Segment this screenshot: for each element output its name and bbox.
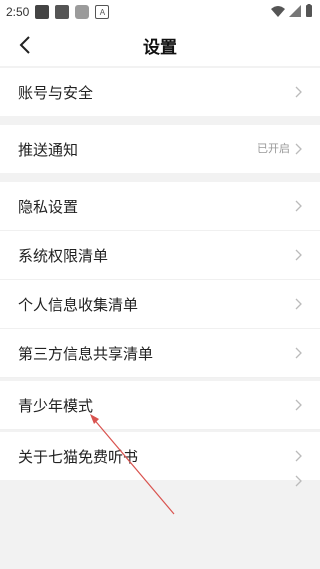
chevron-right-icon	[292, 345, 306, 361]
image-icon	[35, 5, 50, 19]
settings-item-about[interactable]: 关于七猫免费听书	[0, 432, 320, 480]
settings-item-third-party-sharing[interactable]: 第三方信息共享清单	[0, 329, 320, 377]
back-arrow-icon	[19, 36, 30, 54]
divider	[0, 377, 320, 378]
settings-item-label: 推送通知	[18, 140, 79, 159]
page-title: 设置	[143, 37, 177, 58]
settings-item-label: 隐私设置	[18, 197, 79, 216]
settings-item-push-notification[interactable]: 推送通知 已开启	[0, 125, 320, 173]
status-right-icons	[270, 4, 314, 18]
settings-item-account-security[interactable]: 账号与安全	[0, 68, 320, 116]
chevron-right-icon	[292, 141, 306, 157]
battery-icon	[306, 4, 312, 17]
settings-item-label: 青少年模式	[18, 396, 94, 415]
grey-icon	[75, 5, 90, 19]
chevron-right-icon	[292, 247, 306, 263]
chevron-right-icon	[292, 296, 306, 312]
status-bar: 2:50 A	[0, 0, 320, 24]
chevron-right-icon	[292, 473, 306, 489]
app-header: 设置	[0, 24, 320, 66]
signal-icon	[289, 5, 301, 17]
settings-item-personal-info-collection[interactable]: 个人信息收集清单	[0, 280, 320, 328]
settings-item-label: 个人信息收集清单	[18, 295, 139, 314]
status-text: 已开启	[257, 142, 290, 155]
settings-item-system-permissions[interactable]: 系统权限清单	[0, 231, 320, 279]
chevron-right-icon	[292, 198, 306, 214]
settings-item-label: 账号与安全	[18, 83, 94, 102]
settings-item-privacy[interactable]: 隐私设置	[0, 182, 320, 230]
square-icon	[55, 5, 70, 19]
a-icon: A	[95, 5, 110, 19]
settings-item-label: 关于七猫免费听书	[18, 447, 139, 466]
settings-item-teen-mode[interactable]: 青少年模式	[0, 381, 320, 429]
settings-item-label: 系统权限清单	[18, 246, 109, 265]
divider	[0, 429, 320, 430]
chevron-right-icon	[292, 448, 306, 464]
status-time: 2:50	[6, 5, 30, 19]
settings-item-label: 第三方信息共享清单	[18, 344, 154, 363]
chevron-right-icon	[292, 397, 306, 413]
wifi-icon	[271, 6, 285, 17]
back-button[interactable]	[14, 34, 36, 56]
chevron-right-icon	[292, 84, 306, 100]
